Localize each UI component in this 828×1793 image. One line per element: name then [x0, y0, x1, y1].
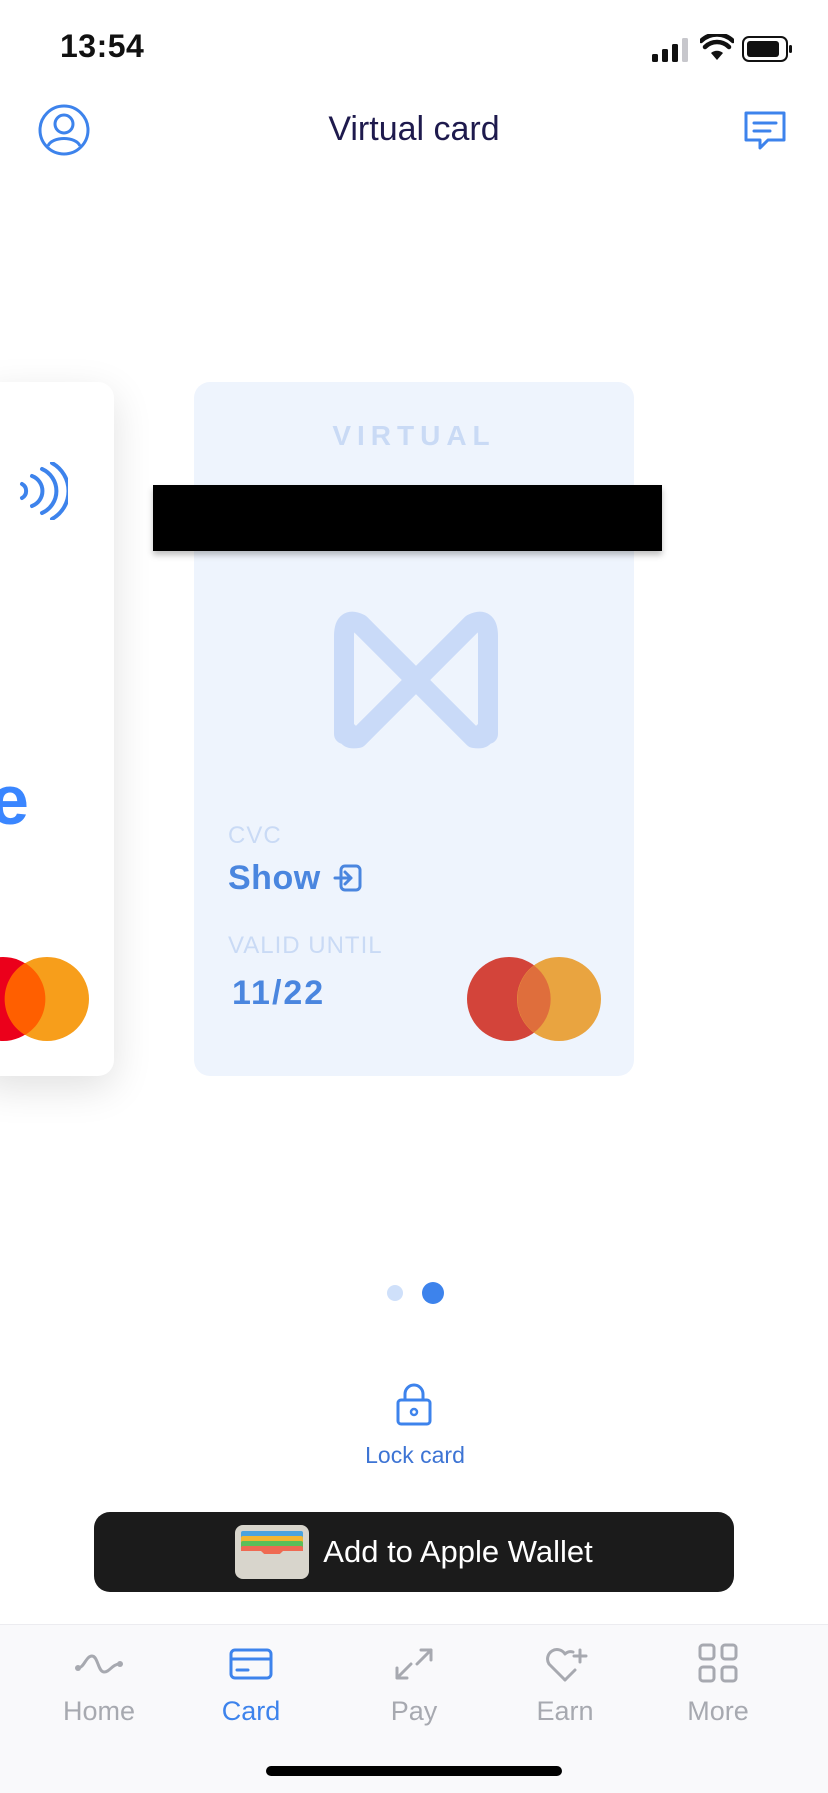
signal-icon — [652, 38, 688, 62]
mastercard-logo — [467, 957, 601, 1041]
monzo-logo — [334, 611, 498, 749]
tab-more-label: More — [687, 1696, 749, 1726]
apple-wallet-label: Add to Apple Wallet — [323, 1534, 593, 1569]
mastercard-logo — [0, 957, 89, 1041]
redacted-card-number — [153, 485, 662, 551]
tab-card-label: Card — [221, 1696, 281, 1726]
tab-pay[interactable]: Pay — [339, 1636, 489, 1736]
tab-home-label: Home — [62, 1696, 136, 1726]
page-dot-1[interactable] — [387, 1285, 403, 1301]
lock-icon — [396, 1383, 432, 1426]
tab-pay-label: Pay — [390, 1696, 438, 1726]
more-grid-icon — [698, 1643, 738, 1683]
card-brand-text: e — [0, 761, 29, 839]
valid-until-value: 11/22 — [232, 974, 326, 1012]
show-cvc-label: Show — [228, 858, 321, 897]
tab-card[interactable]: Card — [176, 1636, 326, 1736]
tab-earn[interactable]: Earn — [490, 1636, 640, 1736]
home-wave-icon — [75, 1654, 123, 1674]
lock-card-label: Lock card — [365, 1442, 465, 1468]
apple-wallet-icon — [235, 1525, 310, 1579]
tab-more[interactable]: More — [643, 1636, 793, 1736]
wifi-icon — [700, 34, 734, 60]
card-type-label: VIRTUAL — [332, 420, 496, 451]
battery-icon — [742, 36, 792, 62]
pay-arrows-icon — [395, 1648, 433, 1680]
cvc-label: CVC — [228, 822, 282, 849]
contactless-icon — [20, 462, 68, 520]
tab-home[interactable]: Home — [24, 1636, 174, 1736]
add-to-apple-wallet-button[interactable]: Add to Apple Wallet — [94, 1512, 734, 1592]
earn-heart-icon — [546, 1648, 588, 1682]
card-icon — [229, 1648, 273, 1680]
status-time: 13:54 — [60, 28, 145, 64]
valid-until-label: VALID UNTIL — [228, 932, 383, 959]
page-dot-2-active[interactable] — [422, 1282, 444, 1304]
page-title: Virtual card — [328, 110, 500, 148]
show-cvc-button[interactable]: Show — [228, 858, 363, 898]
chat-icon[interactable] — [742, 110, 788, 152]
home-indicator — [266, 1766, 562, 1776]
tab-earn-label: Earn — [536, 1696, 594, 1726]
reveal-icon — [333, 864, 362, 892]
